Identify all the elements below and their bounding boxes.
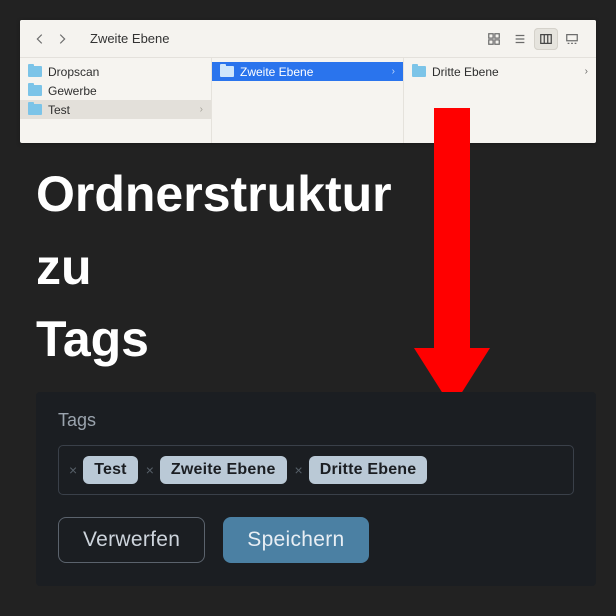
folder-row[interactable]: Dropscan xyxy=(20,62,211,81)
folder-icon xyxy=(28,85,42,96)
remove-tag-icon[interactable]: × xyxy=(146,463,154,477)
tag: × Zweite Ebene xyxy=(146,456,287,484)
tag: × Test xyxy=(69,456,138,484)
tags-panel: Tags × Test × Zweite Ebene × Dritte Ebene Ver… xyxy=(36,392,596,586)
button-row: Verwerfen Speichern xyxy=(58,517,574,563)
finder-column-0[interactable]: Dropscan Gewerbe Test › xyxy=(20,58,212,143)
arrow-icon xyxy=(414,108,490,408)
finder-toolbar: Zweite Ebene xyxy=(20,20,596,58)
nav-buttons xyxy=(30,28,72,50)
folder-label: Dritte Ebene xyxy=(432,65,499,79)
remove-tag-icon[interactable]: × xyxy=(69,463,77,477)
view-list-button[interactable] xyxy=(508,28,532,50)
chevron-right-icon: › xyxy=(392,66,395,77)
tag-label[interactable]: Test xyxy=(83,456,138,484)
tags-input[interactable]: × Test × Zweite Ebene × Dritte Ebene xyxy=(58,445,574,495)
tag: × Dritte Ebene xyxy=(295,456,428,484)
view-switcher xyxy=(480,26,586,52)
cancel-button[interactable]: Verwerfen xyxy=(58,517,205,563)
folder-row[interactable]: Test › xyxy=(20,100,211,119)
folder-row[interactable]: Gewerbe xyxy=(20,81,211,100)
view-gallery-button[interactable] xyxy=(560,28,584,50)
headline: Ordnerstruktur zu Tags xyxy=(36,158,392,376)
folder-icon xyxy=(28,66,42,77)
tag-label[interactable]: Zweite Ebene xyxy=(160,456,287,484)
finder-column-1[interactable]: Zweite Ebene › xyxy=(212,58,404,143)
folder-label: Test xyxy=(48,103,70,117)
view-columns-button[interactable] xyxy=(534,28,558,50)
finder-columns: Dropscan Gewerbe Test › Zweite Ebene › Dritt… xyxy=(20,58,596,143)
folder-label: Dropscan xyxy=(48,65,99,79)
folder-icon xyxy=(220,66,234,77)
back-button[interactable] xyxy=(30,28,50,50)
folder-icon xyxy=(412,66,426,77)
forward-button[interactable] xyxy=(52,28,72,50)
headline-line: Ordnerstruktur xyxy=(36,158,392,231)
breadcrumb: Zweite Ebene xyxy=(90,31,170,46)
finder-column-2[interactable]: Dritte Ebene › xyxy=(404,58,596,143)
save-button[interactable]: Speichern xyxy=(223,517,368,563)
tags-title: Tags xyxy=(58,410,574,431)
folder-label: Zweite Ebene xyxy=(240,65,313,79)
chevron-right-icon: › xyxy=(200,104,203,115)
chevron-right-icon: › xyxy=(585,66,588,77)
view-icons-button[interactable] xyxy=(482,28,506,50)
remove-tag-icon[interactable]: × xyxy=(295,463,303,477)
folder-label: Gewerbe xyxy=(48,84,97,98)
folder-row[interactable]: Zweite Ebene › xyxy=(212,62,403,81)
headline-line: zu xyxy=(36,231,392,304)
tag-label[interactable]: Dritte Ebene xyxy=(309,456,428,484)
headline-line: Tags xyxy=(36,303,392,376)
finder-window: Zweite Ebene Dropscan Gewerbe Test › Zweite… xyxy=(20,20,596,143)
folder-row[interactable]: Dritte Ebene › xyxy=(404,62,596,81)
folder-icon xyxy=(28,104,42,115)
